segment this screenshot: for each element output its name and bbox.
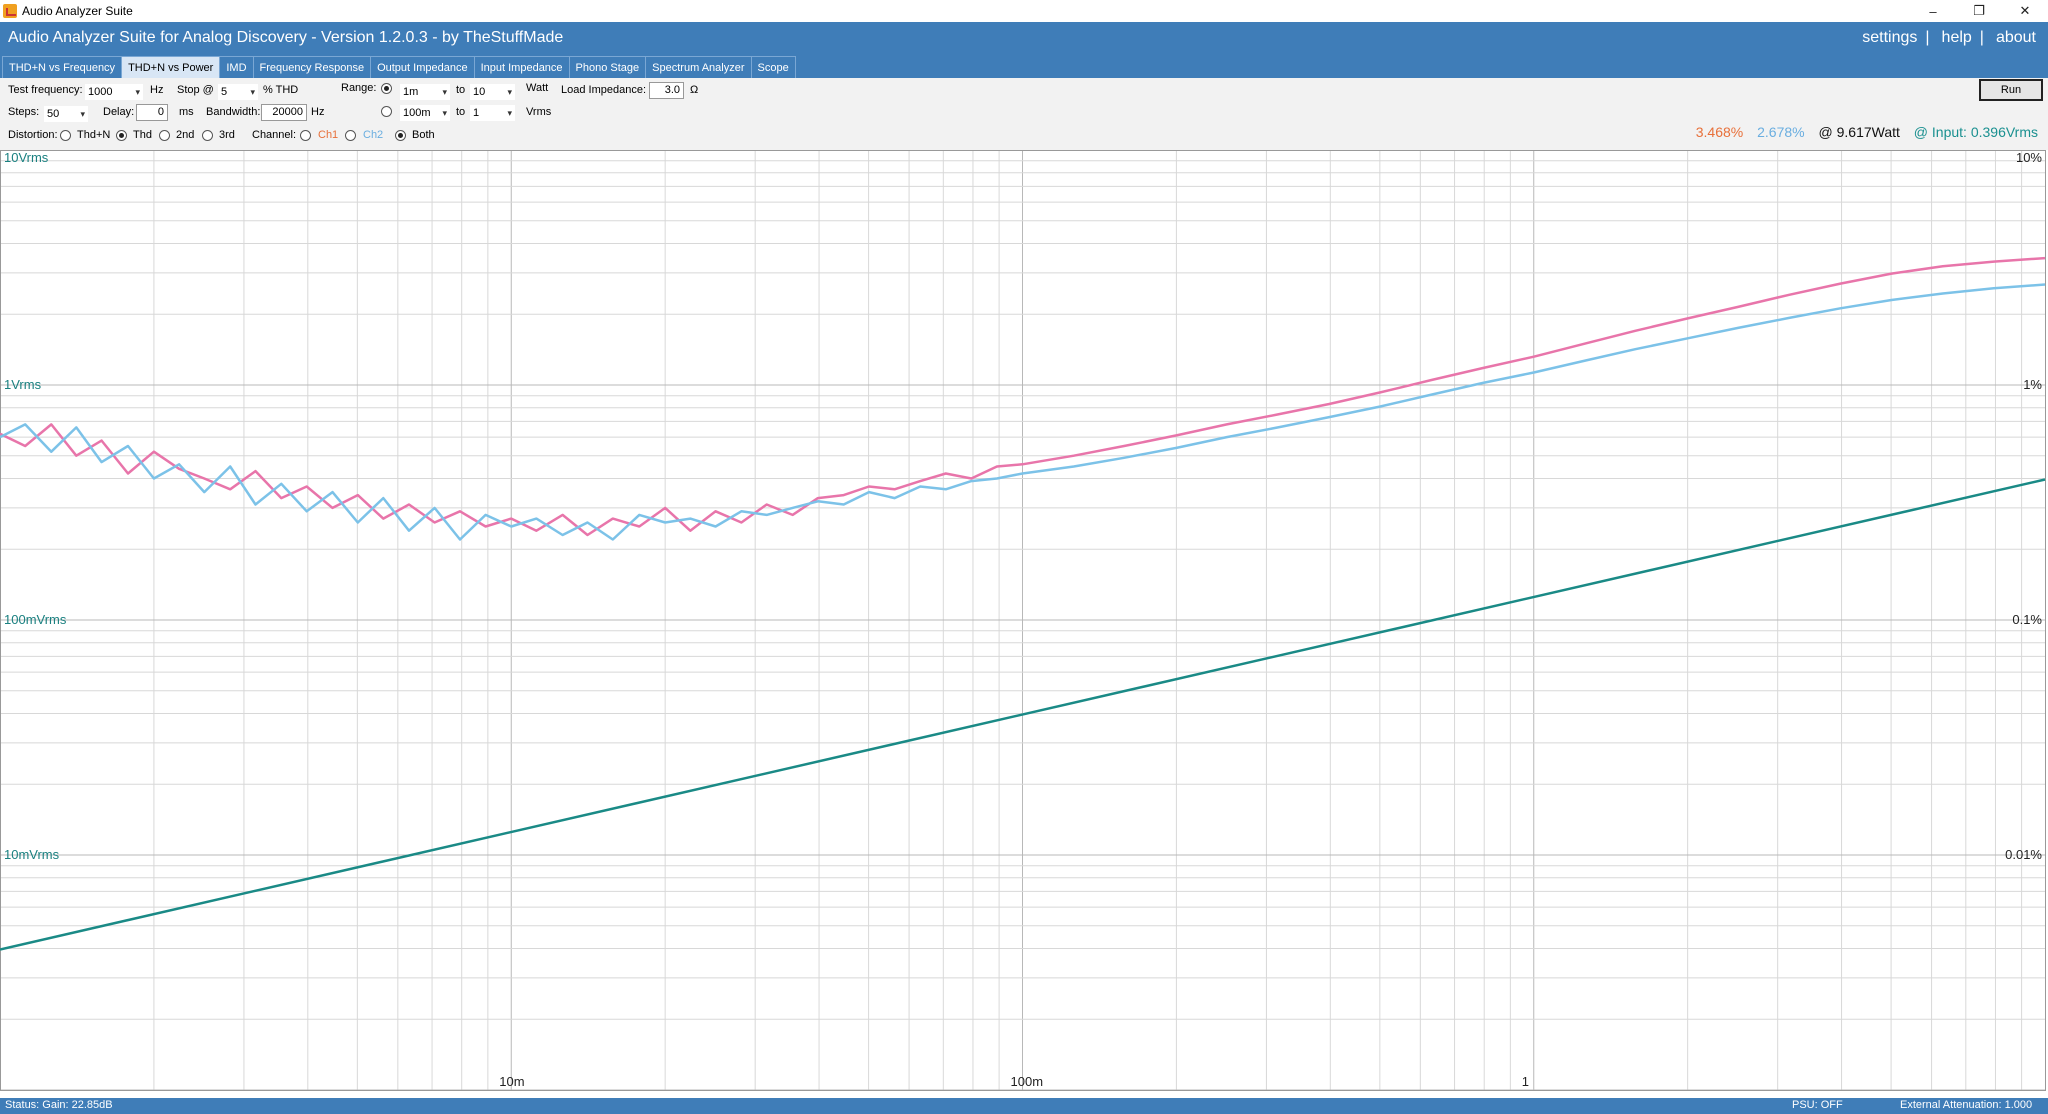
y-left-tick-label: 100mVrms: [4, 612, 67, 627]
delay-unit: ms: [179, 106, 194, 118]
window-title: Audio Analyzer Suite: [22, 4, 133, 18]
distortion-2nd-radio[interactable]: [159, 130, 170, 141]
minimize-button[interactable]: –: [1910, 0, 1956, 22]
load-impedance-label: Load Impedance:: [561, 84, 647, 96]
tab-imd[interactable]: IMD: [219, 56, 254, 78]
app-title: Audio Analyzer Suite for Analog Discover…: [8, 29, 564, 46]
test-frequency-dropdown[interactable]: 1000: [85, 84, 143, 100]
bandwidth-unit: Hz: [311, 106, 325, 118]
tab-spectrum-analyzer[interactable]: Spectrum Analyzer: [645, 56, 752, 78]
close-button[interactable]: ✕: [2002, 0, 2048, 22]
run-button[interactable]: Run: [1979, 79, 2043, 101]
range-label: Range:: [341, 82, 377, 94]
range-watt-from-dropdown[interactable]: 1m: [400, 84, 450, 100]
psu-status: PSU: OFF: [1792, 1099, 1843, 1111]
y-right-tick-label: 0.1%: [2012, 612, 2042, 627]
tab-thdn-vs-power[interactable]: THD+N vs Power: [121, 56, 221, 78]
tab-frequency-response[interactable]: Frequency Response: [252, 56, 372, 78]
channel-ch1-radio[interactable]: [300, 130, 311, 141]
link-separator: |: [1925, 29, 1930, 46]
app-logo-icon: [3, 4, 17, 18]
steps-label: Steps:: [8, 106, 40, 118]
status-gain: Status: Gain: 22.85dB: [5, 1099, 113, 1111]
chart-svg: [0, 150, 2046, 1091]
app-header: Audio Analyzer Suite for Analog Discover…: [0, 22, 2048, 54]
channel-ch1-label: Ch1: [318, 129, 339, 141]
help-link[interactable]: help: [1942, 29, 1972, 47]
delay-input[interactable]: 0: [136, 104, 168, 121]
ch1-thd-readout: 3.468%: [1695, 124, 1744, 140]
stop-unit: % THD: [263, 84, 299, 96]
range-vrms-radio[interactable]: [381, 106, 392, 117]
distortion-2nd-label: 2nd: [176, 129, 195, 141]
range-watt-to-dropdown[interactable]: 10: [470, 84, 515, 100]
window-titlebar: Audio Analyzer Suite – ❐ ✕: [0, 0, 2048, 22]
stop-label: Stop @: [177, 84, 214, 96]
load-impedance-input[interactable]: 3.0: [649, 82, 684, 99]
bandwidth-input[interactable]: 20000: [261, 104, 307, 121]
channel-ch2-radio[interactable]: [345, 130, 356, 141]
tab-strip: THD+N vs Frequency THD+N vs Power IMD Fr…: [0, 54, 2048, 78]
x-tick-label: 100m: [1010, 1074, 1044, 1089]
status-bar: Status: Gain: 22.85dB PSU: OFF External …: [0, 1098, 2048, 1114]
distortion-thd-label: Thd: [133, 129, 152, 141]
power-readout: @ 9.617Watt: [1818, 124, 1900, 140]
about-link[interactable]: about: [1996, 29, 2036, 47]
x-tick-label: 10m: [499, 1074, 525, 1089]
external-attenuation: External Attenuation: 1.000: [1900, 1099, 2033, 1111]
distortion-3rd-label: 3rd: [219, 129, 235, 141]
delay-label: Delay:: [103, 106, 135, 118]
bandwidth-label: Bandwidth:: [206, 106, 261, 118]
watt-unit: Watt: [526, 82, 549, 94]
y-right-tick-label: 10%: [2015, 150, 2042, 165]
channel-label: Channel:: [252, 129, 297, 141]
channel-ch2-label: Ch2: [363, 129, 384, 141]
channel-both-label: Both: [412, 129, 435, 141]
distortion-label: Distortion:: [8, 129, 58, 141]
range-vrms-to-dropdown[interactable]: 1: [470, 105, 515, 121]
distortion-3rd-radio[interactable]: [202, 130, 213, 141]
y-left-tick-label: 1Vrms: [4, 377, 42, 392]
link-separator: |: [1979, 29, 1984, 46]
thdn-vs-power-chart: 10Vrms 1Vrms 100mVrms 10mVrms 10% 1% 0.1% 0.01%…: [0, 150, 2048, 1092]
test-frequency-label: Test frequency:: [8, 84, 83, 96]
input-readout: @ Input: 0.396Vrms: [1913, 124, 2038, 140]
steps-dropdown[interactable]: 50: [44, 106, 88, 122]
channel-both-radio[interactable]: [395, 130, 406, 141]
y-left-tick-label: 10Vrms: [4, 150, 49, 165]
tab-phono-stage[interactable]: Phono Stage: [568, 56, 647, 78]
x-tick-label: 1: [1521, 1074, 1529, 1089]
tab-output-impedance[interactable]: Output Impedance: [370, 56, 475, 78]
range-vrms-from-dropdown[interactable]: 100m: [400, 105, 450, 121]
range-to-label: to: [456, 84, 466, 96]
distortion-thdn-radio[interactable]: [60, 130, 71, 141]
app-window: Audio Analyzer Suite – ❐ ✕ Audio Analyze…: [0, 0, 2048, 1114]
ohm-unit: Ω: [690, 84, 699, 96]
tab-scope[interactable]: Scope: [750, 56, 796, 78]
ch2-thd-readout: 2.678%: [1757, 124, 1805, 140]
range-to-label: to: [456, 106, 466, 118]
range-watt-radio[interactable]: [381, 83, 392, 94]
stop-thd-dropdown[interactable]: 5: [218, 84, 258, 100]
distortion-thdn-label: Thd+N: [77, 129, 111, 141]
restore-button[interactable]: ❐: [1956, 0, 2002, 22]
measurement-readout: 3.468% 2.678% @ 9.617Watt @ Input: 0.396…: [1696, 124, 2038, 140]
settings-link[interactable]: settings: [1862, 29, 1917, 47]
tab-input-impedance[interactable]: Input Impedance: [473, 56, 570, 78]
y-left-tick-label: 10mVrms: [4, 847, 60, 862]
distortion-thd-radio[interactable]: [116, 130, 127, 141]
test-frequency-unit: Hz: [150, 84, 164, 96]
y-right-tick-label: 0.01%: [2005, 847, 2042, 862]
tab-thdn-vs-frequency[interactable]: THD+N vs Frequency: [2, 56, 123, 78]
vrms-unit: Vrms: [526, 106, 552, 118]
window-controls: – ❐ ✕: [1910, 0, 2048, 22]
header-links: settings | help | about: [1854, 22, 2036, 54]
y-right-tick-label: 1%: [2023, 377, 2042, 392]
